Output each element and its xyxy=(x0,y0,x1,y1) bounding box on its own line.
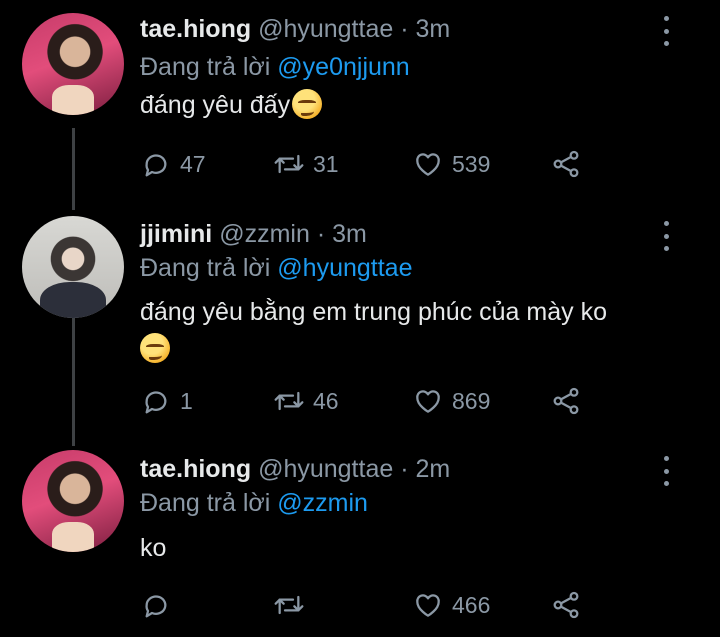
user-handle[interactable]: @zzmin xyxy=(219,220,310,248)
timestamp[interactable]: 3m xyxy=(332,220,367,248)
reply-count: 1 xyxy=(180,387,193,414)
display-name[interactable]: tae.hiong xyxy=(140,455,251,483)
reply-icon xyxy=(145,595,167,618)
retweet-icon xyxy=(274,391,304,411)
more-vertical-icon[interactable] xyxy=(658,16,674,46)
reply-prefix: Đang trả lời xyxy=(140,489,271,517)
reply-prefix: Đang trả lời xyxy=(140,254,271,282)
reply-icon xyxy=(145,391,167,414)
tweet-actions: 1 46 869 xyxy=(140,384,590,418)
avatar[interactable] xyxy=(22,450,124,552)
user-handle[interactable]: @hyungttae xyxy=(258,15,393,43)
reply-prefix: Đang trả lời xyxy=(140,53,271,81)
reply-button[interactable]: 47 xyxy=(140,147,206,181)
more-vertical-icon[interactable] xyxy=(658,456,674,486)
reply-button[interactable]: 1 xyxy=(140,384,193,418)
retweet-icon xyxy=(274,595,304,615)
reply-button[interactable] xyxy=(140,588,180,622)
retweet-button[interactable]: 31 xyxy=(273,147,339,181)
reply-mention[interactable]: @hyungttae xyxy=(277,254,412,282)
heart-icon xyxy=(416,153,440,176)
tweet-header: tae.hiong @hyungttae · 2m xyxy=(140,454,450,484)
like-count: 466 xyxy=(452,591,491,618)
tweet[interactable]: tae.hiong @hyungttae · 3m Đang trả lời @… xyxy=(0,0,720,200)
like-button[interactable]: 466 xyxy=(412,588,490,622)
tweet[interactable]: jjimini @zzmin · 3m Đang trả lời @hyungt… xyxy=(0,205,720,440)
share-button[interactable] xyxy=(550,384,582,418)
tweet-text: ko xyxy=(140,531,680,565)
timestamp[interactable]: 3m xyxy=(416,15,451,43)
tweet[interactable]: tae.hiong @hyungttae · 2m Đang trả lời @… xyxy=(0,440,720,637)
reply-count: 47 xyxy=(180,150,206,177)
retweet-button[interactable]: 46 xyxy=(273,384,339,418)
share-icon xyxy=(553,591,579,619)
reply-mention[interactable]: @zzmin xyxy=(277,489,368,517)
separator: · xyxy=(400,15,409,43)
tweet-actions: 47 31 539 xyxy=(140,147,590,181)
share-button[interactable] xyxy=(550,147,582,181)
reply-mention[interactable]: @ye0njjunn xyxy=(277,53,409,81)
tweet-header: tae.hiong @hyungttae · 3m xyxy=(140,14,450,44)
separator: · xyxy=(400,455,409,483)
heart-icon xyxy=(416,390,440,413)
user-handle[interactable]: @hyungttae xyxy=(258,455,393,483)
tweet-text-content: đáng yêu bằng em trung phúc của mày ko xyxy=(140,298,607,326)
reply-context: Đang trả lời @ye0njjunn xyxy=(140,52,410,82)
tweet-text-content: ko xyxy=(140,534,167,562)
like-count: 539 xyxy=(452,150,491,177)
share-button[interactable] xyxy=(550,588,582,622)
retweet-count: 31 xyxy=(313,150,339,177)
retweet-button[interactable] xyxy=(273,588,313,622)
tweet-actions: 466 xyxy=(140,588,590,622)
heart-icon xyxy=(416,594,440,617)
separator: · xyxy=(316,220,326,248)
tweet-text: đáng yêu đấy xyxy=(140,88,680,122)
like-button[interactable]: 539 xyxy=(412,147,490,181)
retweet-count: 46 xyxy=(313,387,339,414)
more-vertical-icon[interactable] xyxy=(658,221,674,251)
display-name[interactable]: jjimini xyxy=(140,220,212,248)
like-button[interactable]: 869 xyxy=(412,384,490,418)
display-name[interactable]: tae.hiong xyxy=(140,15,251,43)
avatar[interactable] xyxy=(22,216,124,318)
avatar[interactable] xyxy=(22,13,124,115)
like-count: 869 xyxy=(452,387,491,414)
share-icon xyxy=(553,150,579,178)
timestamp[interactable]: 2m xyxy=(416,455,451,483)
reply-context: Đang trả lời @hyungttae xyxy=(140,253,413,283)
smirking-face-emoji-icon xyxy=(140,333,170,363)
tweet-text: đáng yêu bằng em trung phúc của mày ko xyxy=(140,295,670,366)
tweet-text-content: đáng yêu đấy xyxy=(140,91,291,119)
tweet-header: jjimini @zzmin · 3m xyxy=(140,219,367,249)
smirking-face-emoji-icon xyxy=(292,89,323,119)
reply-context: Đang trả lời @zzmin xyxy=(140,488,368,518)
reply-icon xyxy=(145,154,167,177)
share-icon xyxy=(553,387,579,415)
retweet-icon xyxy=(274,154,304,174)
